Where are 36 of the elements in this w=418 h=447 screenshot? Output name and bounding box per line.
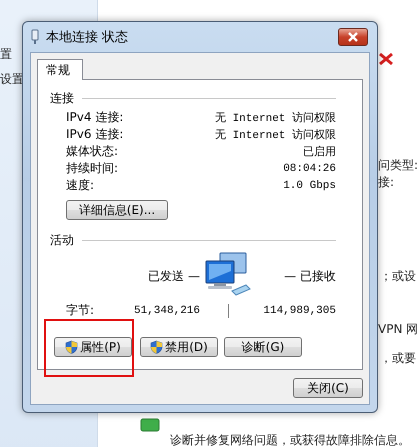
section-heading: 活动 — [50, 232, 74, 249]
tab[interactable]: 常规 — [37, 59, 83, 80]
field-value: 1.0 Gbps — [283, 180, 336, 192]
field-label: IPv4 连接: — [66, 109, 124, 126]
details-button[interactable]: 详细信息(E)... — [66, 200, 168, 220]
shield-icon — [150, 340, 164, 354]
close-button[interactable]: 关闭(C) — [293, 378, 363, 398]
section-heading: 连接 — [50, 90, 74, 107]
field-label: IPv6 连接: — [66, 126, 124, 143]
background-text: ；或设 — [380, 268, 416, 285]
sent-bytes: 51,348,216 — [134, 304, 200, 316]
field-value: 无 Internet 访问权限 — [214, 110, 336, 125]
background-text: 诊断并修复网络问题，或获得故障排除信息。 — [170, 432, 410, 447]
action-button[interactable]: 属性(P) — [54, 337, 132, 357]
field-value: 08:04:26 — [283, 162, 336, 174]
bytes-label: 字节: — [65, 302, 96, 319]
sent-label: 已发送 — — [148, 268, 200, 285]
field-value: 无 Internet 访问权限 — [214, 128, 336, 142]
sidebar-text: 置 — [0, 46, 12, 63]
plug-icon — [30, 29, 40, 45]
background-text: VPN 网 — [378, 321, 418, 338]
window-title: 本地连接 状态 — [46, 29, 130, 46]
background-text: 接: — [378, 174, 394, 191]
field-label: 速度: — [66, 177, 94, 194]
shield-icon — [65, 340, 78, 354]
background-text: ，或要 — [380, 350, 416, 367]
action-button[interactable]: 诊断(G) — [224, 337, 302, 357]
field-label: 持续时间: — [66, 160, 118, 177]
received-label: — 已接收 — [284, 268, 336, 285]
field-label: 媒体状态: — [66, 143, 118, 160]
cross-icon — [378, 52, 394, 66]
background-text: 问类型: — [378, 157, 418, 174]
close-icon[interactable] — [338, 28, 368, 46]
received-bytes: 114,989,305 — [263, 304, 336, 316]
action-button[interactable]: 禁用(D) — [140, 337, 218, 357]
field-value: 已启用 — [303, 144, 336, 159]
